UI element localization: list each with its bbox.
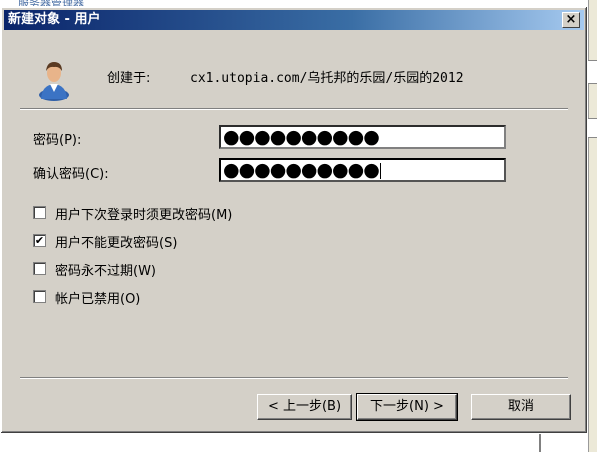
option-label: 密码永不过期(W) bbox=[55, 264, 156, 279]
confirm-password-value: ●●●●●●●●●● bbox=[223, 159, 380, 181]
checkbox-password-never-expires[interactable] bbox=[33, 262, 46, 275]
option-label: 帐户已禁用(O) bbox=[55, 292, 141, 307]
text-caret bbox=[379, 162, 381, 179]
cancel-button[interactable]: 取消 bbox=[471, 394, 571, 420]
background-window-bottom bbox=[0, 434, 540, 452]
dialog-titlebar[interactable]: 新建对象 - 用户 × bbox=[4, 10, 584, 30]
password-label: 密码(P): bbox=[33, 133, 82, 148]
password-input[interactable]: ●●●●●●●●●● bbox=[219, 125, 506, 149]
next-button[interactable]: 下一步(N) > bbox=[356, 393, 458, 421]
option-label: 用户下次登录时须更改密码(M) bbox=[55, 208, 233, 223]
close-button[interactable]: × bbox=[562, 12, 580, 28]
dialog-title: 新建对象 - 用户 bbox=[8, 12, 101, 27]
confirm-password-label: 确认密码(C): bbox=[33, 167, 109, 182]
option-label: 用户不能更改密码(S) bbox=[55, 236, 178, 251]
check-icon: ✔ bbox=[34, 234, 45, 247]
checkbox-account-disabled[interactable] bbox=[33, 290, 46, 303]
created-in-label: 创建于: bbox=[107, 71, 151, 86]
background-divider bbox=[539, 434, 541, 452]
header-separator bbox=[20, 108, 568, 110]
close-icon: × bbox=[565, 12, 577, 27]
checkbox-change-at-next-logon[interactable] bbox=[33, 206, 46, 219]
password-value: ●●●●●●●●●● bbox=[223, 126, 380, 148]
created-in-path: cx1.utopia.com/乌托邦的乐园/乐园的2012 bbox=[190, 71, 464, 86]
dialog-header: 创建于: cx1.utopia.com/乌托邦的乐园/乐园的2012 bbox=[4, 31, 584, 111]
footer-separator bbox=[20, 377, 568, 379]
checkbox-cannot-change-password[interactable]: ✔ bbox=[33, 234, 46, 247]
back-button[interactable]: < 上一步(B) bbox=[257, 394, 352, 420]
confirm-password-input[interactable]: ●●●●●●●●●● bbox=[219, 158, 506, 182]
user-icon bbox=[39, 62, 69, 101]
